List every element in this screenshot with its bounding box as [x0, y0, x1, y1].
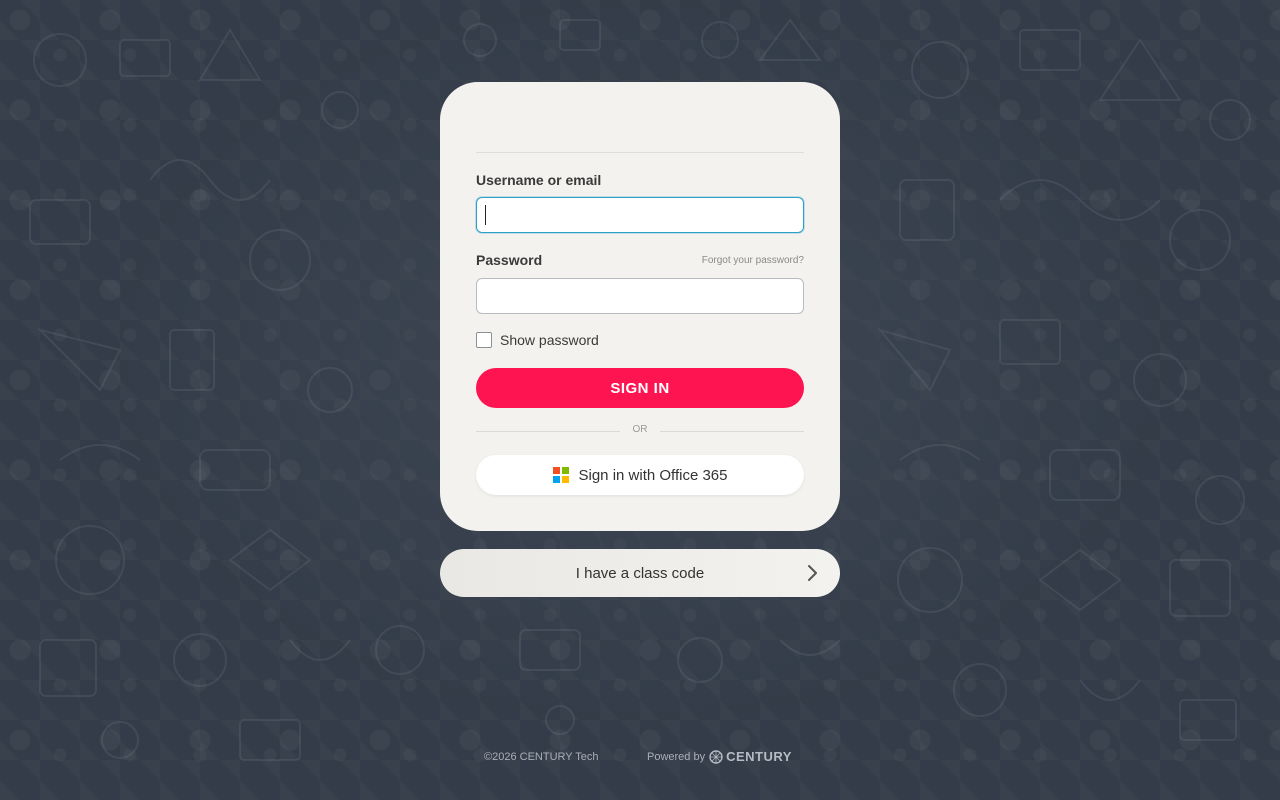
century-logo-icon [709, 749, 723, 764]
chevron-right-icon [808, 565, 817, 581]
username-label: Username or email [476, 172, 602, 188]
login-card: Username or email Password Forgot your p… [440, 82, 840, 531]
class-code-label: I have a class code [575, 564, 705, 582]
century-brand-text: CENTURY [726, 749, 792, 764]
office365-sign-in-button[interactable]: Sign in with Office 365 [476, 455, 804, 495]
class-code-button[interactable]: I have a class code [440, 549, 840, 597]
century-logo: CENTURY [709, 749, 792, 764]
or-text: OR [632, 424, 648, 435]
text-caret [485, 205, 486, 225]
or-line-right [660, 431, 804, 432]
username-input[interactable] [476, 197, 804, 233]
footer-powered-by: Powered by CENTURY [647, 749, 792, 764]
microsoft-logo-icon [552, 467, 569, 483]
password-input[interactable] [476, 278, 804, 314]
footer-copyright: ©2026 CENTURY Tech [484, 751, 599, 763]
show-password-checkbox[interactable] [476, 332, 492, 348]
password-label: Password [476, 252, 543, 268]
office365-label: Sign in with Office 365 [578, 466, 728, 484]
forgot-password-link[interactable]: Forgot your password? [702, 255, 804, 266]
show-password-toggle[interactable]: Show password [476, 332, 599, 348]
sign-in-button[interactable]: SIGN IN [476, 368, 804, 408]
show-password-label: Show password [500, 332, 599, 348]
or-separator: OR [476, 424, 804, 438]
powered-by-text: Powered by [647, 750, 706, 763]
card-divider [476, 152, 804, 153]
